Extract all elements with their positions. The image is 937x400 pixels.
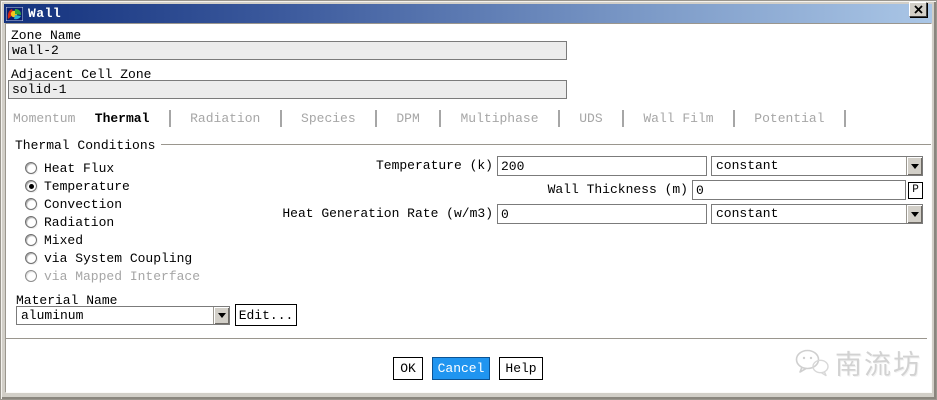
tab-dpm[interactable]: DPM — [396, 111, 419, 126]
radio-via-mapped-interface: via Mapped Interface — [25, 268, 200, 284]
wall-thickness-label: Wall Thickness (m) — [401, 180, 688, 200]
footer-divider — [6, 338, 927, 340]
radio-label: Temperature — [44, 179, 130, 194]
radio-label: Radiation — [44, 215, 114, 230]
chevron-down-icon[interactable] — [213, 307, 229, 324]
title-bar[interactable]: Wall — [4, 4, 932, 23]
radio-via-system-coupling[interactable]: via System Coupling — [25, 250, 192, 266]
radio-label: via Mapped Interface — [44, 269, 200, 284]
tab-separator — [558, 110, 560, 127]
cancel-button[interactable]: Cancel — [432, 357, 490, 380]
tab-separator — [733, 110, 735, 127]
radio-selected-icon — [25, 180, 37, 192]
radio-icon — [25, 162, 37, 174]
fluent-app-icon — [6, 7, 23, 21]
profile-p-button[interactable]: P — [908, 182, 923, 199]
dropdown-value: constant — [712, 157, 906, 175]
radio-label: Heat Flux — [44, 161, 114, 176]
dropdown-value: constant — [712, 205, 906, 223]
close-button[interactable] — [909, 2, 927, 17]
radio-icon — [25, 252, 37, 264]
tab-separator — [280, 110, 282, 127]
tab-separator — [844, 110, 846, 127]
heat-generation-rate-label: Heat Generation Rate (w/m3) — [281, 204, 493, 224]
tab-separator — [169, 110, 171, 127]
tab-momentum[interactable]: Momentum — [13, 111, 75, 126]
radio-icon — [25, 198, 37, 210]
heat-generation-rate-input[interactable] — [497, 204, 707, 224]
radio-mixed[interactable]: Mixed — [25, 232, 83, 248]
tab-separator — [439, 110, 441, 127]
temperature-method-dropdown[interactable]: constant — [711, 156, 923, 176]
tab-separator — [622, 110, 624, 127]
ok-button[interactable]: OK — [393, 357, 423, 380]
wall-dialog: Wall Zone Name Adjacent Cell Zone Moment… — [0, 0, 937, 400]
tab-multiphase[interactable]: Multiphase — [461, 111, 539, 126]
radio-convection[interactable]: Convection — [25, 196, 122, 212]
chevron-down-icon[interactable] — [906, 157, 922, 175]
zone-name-input[interactable] — [8, 41, 567, 60]
material-name-dropdown[interactable]: aluminum — [16, 306, 230, 325]
help-button[interactable]: Help — [499, 357, 543, 380]
radio-label: via System Coupling — [44, 251, 192, 266]
tab-uds[interactable]: UDS — [579, 111, 602, 126]
radio-label: Mixed — [44, 233, 83, 248]
temperature-input[interactable] — [497, 156, 707, 176]
radio-radiation[interactable]: Radiation — [25, 214, 114, 230]
thermal-conditions-group-title: Thermal Conditions — [15, 138, 161, 153]
close-icon — [914, 5, 923, 14]
tab-wall-film[interactable]: Wall Film — [643, 111, 713, 126]
radio-heat-flux[interactable]: Heat Flux — [25, 160, 114, 176]
window-title: Wall — [28, 6, 61, 21]
tab-radiation[interactable]: Radiation — [190, 111, 260, 126]
edit-material-button[interactable]: Edit... — [235, 304, 297, 326]
radio-temperature[interactable]: Temperature — [25, 178, 130, 194]
radio-icon — [25, 234, 37, 246]
tab-strip: Momentum Thermal Radiation Species DPM M… — [13, 109, 846, 127]
tab-thermal[interactable]: Thermal — [95, 111, 150, 126]
temperature-label: Temperature (k) — [281, 156, 493, 176]
radio-icon — [25, 216, 37, 228]
adjacent-cell-zone-input[interactable] — [8, 80, 567, 99]
radio-disabled-icon — [25, 270, 37, 282]
wall-thickness-input[interactable] — [692, 180, 906, 200]
dropdown-value: aluminum — [17, 307, 213, 324]
tab-species[interactable]: Species — [301, 111, 356, 126]
group-divider — [151, 144, 931, 146]
chevron-down-icon[interactable] — [906, 205, 922, 223]
tab-potential[interactable]: Potential — [754, 111, 824, 126]
radio-label: Convection — [44, 197, 122, 212]
tab-separator — [375, 110, 377, 127]
heat-generation-method-dropdown[interactable]: constant — [711, 204, 923, 224]
